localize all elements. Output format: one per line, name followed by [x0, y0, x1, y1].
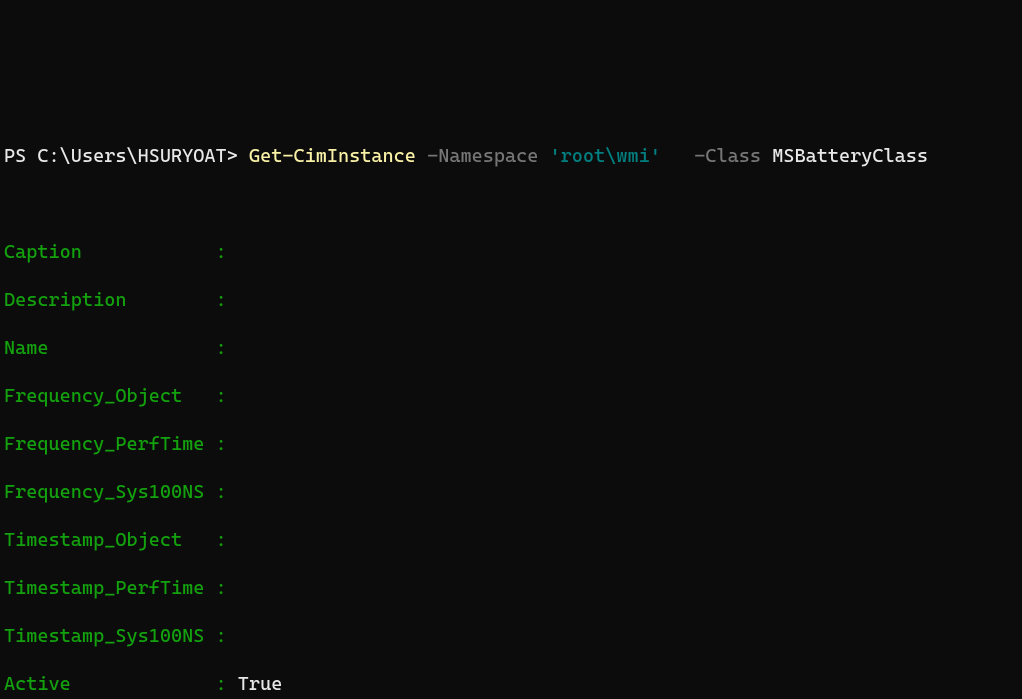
prompt-prefix: PS	[4, 145, 37, 167]
prop-label: Description :	[4, 289, 238, 311]
output-line: Caption :	[4, 240, 1018, 264]
prop-label: Active :	[4, 673, 238, 695]
arg-class: MSBatteryClass	[772, 145, 928, 167]
prop-value: True	[238, 673, 283, 695]
blank-line	[4, 192, 1018, 216]
prop-label: Frequency_Sys100NS :	[4, 481, 238, 503]
prompt-caret: >	[227, 145, 249, 167]
prompt-path: C:\Users\HSURYOAT	[37, 145, 226, 167]
output-line: Timestamp_Object :	[4, 528, 1018, 552]
flag-namespace: -Namespace	[416, 145, 550, 167]
prop-label: Timestamp_PerfTime :	[4, 577, 238, 599]
output-line: Description :	[4, 288, 1018, 312]
prompt-line[interactable]: PS C:\Users\HSURYOAT> Get-CimInstance -N…	[4, 144, 1018, 168]
flag-class: -Class	[683, 145, 772, 167]
prop-label: Caption :	[4, 241, 238, 263]
output-line: Timestamp_PerfTime :	[4, 576, 1018, 600]
output-line: Timestamp_Sys100NS :	[4, 624, 1018, 648]
prop-label: Frequency_Object :	[4, 385, 238, 407]
output-line: Frequency_PerfTime :	[4, 432, 1018, 456]
output-line: Frequency_Object :	[4, 384, 1018, 408]
prop-label: Frequency_PerfTime :	[4, 433, 238, 455]
prop-label: Timestamp_Object :	[4, 529, 238, 551]
spacer	[661, 145, 683, 167]
output-line: Name :	[4, 336, 1018, 360]
output-line: Active : True	[4, 672, 1018, 696]
arg-namespace: 'root\wmi'	[550, 145, 661, 167]
powershell-terminal[interactable]: PS C:\Users\HSURYOAT> Get-CimInstance -N…	[0, 120, 1022, 699]
cmdlet-name: Get-CimInstance	[249, 145, 416, 167]
prop-label: Timestamp_Sys100NS :	[4, 625, 238, 647]
output-line: Frequency_Sys100NS :	[4, 480, 1018, 504]
prop-label: Name :	[4, 337, 238, 359]
